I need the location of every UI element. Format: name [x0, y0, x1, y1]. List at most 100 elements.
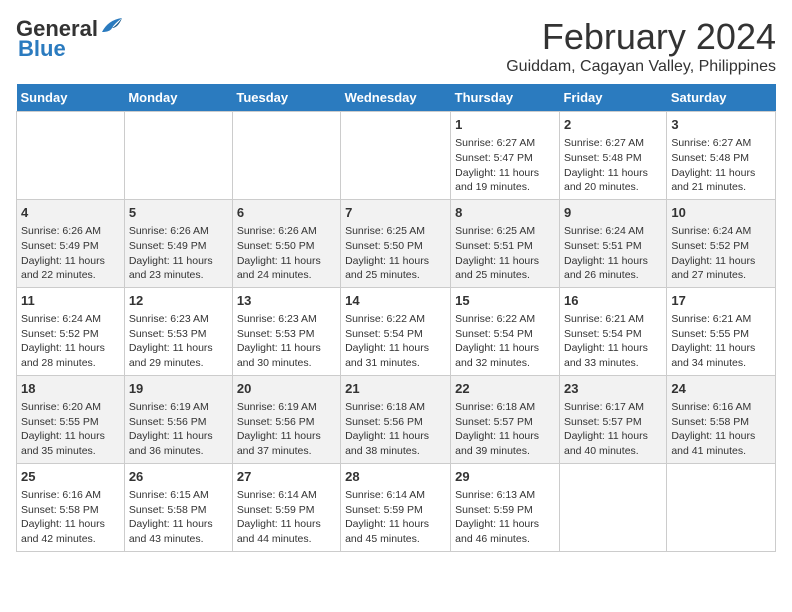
calendar-cell: 11Sunrise: 6:24 AM Sunset: 5:52 PM Dayli…: [17, 287, 125, 375]
calendar-cell: 22 Sunrise: 6:18 AM Sunset: 5:57 PM Dayli…: [451, 375, 560, 463]
calendar-cell: 24 Sunrise: 6:16 AM Sunset: 5:58 PM Dayli…: [667, 375, 776, 463]
calendar-cell: 6 Sunrise: 6:26 AM Sunset: 5:50 PM Daylig…: [232, 199, 340, 287]
calendar-title: February 2024: [506, 16, 776, 58]
day-info: Sunrise: 6:20 AM Sunset: 5:55 PM Dayligh…: [21, 400, 120, 459]
day-info: Sunrise: 6:24 AM Sunset: 5:52 PM Dayligh…: [671, 224, 771, 283]
calendar-cell: [341, 112, 451, 200]
day-number: 22: [455, 380, 555, 398]
calendar-cell: 26 Sunrise: 6:15 AM Sunset: 5:58 PM Dayli…: [124, 463, 232, 551]
calendar-cell: 16 Sunrise: 6:21 AM Sunset: 5:54 PM Dayli…: [559, 287, 666, 375]
day-info: Sunrise: 6:19 AM Sunset: 5:56 PM Dayligh…: [129, 400, 228, 459]
calendar-cell: 25 Sunrise: 6:16 AM Sunset: 5:58 PM Dayli…: [17, 463, 125, 551]
day-info: Sunrise: 6:26 AM Sunset: 5:49 PM Dayligh…: [129, 224, 228, 283]
day-info: Sunrise: 6:16 AM Sunset: 5:58 PM Dayligh…: [671, 400, 771, 459]
calendar-cell: 27 Sunrise: 6:14 AM Sunset: 5:59 PM Dayli…: [232, 463, 340, 551]
day-number: 18: [21, 380, 120, 398]
calendar-week-row: 18 Sunrise: 6:20 AM Sunset: 5:55 PM Dayli…: [17, 375, 776, 463]
day-info: Sunrise: 6:26 AM Sunset: 5:50 PM Dayligh…: [237, 224, 336, 283]
day-info: Sunrise: 6:23 AM Sunset: 5:53 PM Dayligh…: [237, 312, 336, 371]
day-info: Sunrise: 6:16 AM Sunset: 5:58 PM Dayligh…: [21, 488, 120, 547]
calendar-week-row: 1Sunrise: 6:27 AM Sunset: 5:47 PM Daylig…: [17, 112, 776, 200]
calendar-cell: 9 Sunrise: 6:24 AM Sunset: 5:51 PM Daylig…: [559, 199, 666, 287]
day-info: Sunrise: 6:25 AM Sunset: 5:50 PM Dayligh…: [345, 224, 446, 283]
day-number: 10: [671, 204, 771, 222]
col-tuesday: Tuesday: [232, 84, 340, 112]
day-number: 29: [455, 468, 555, 486]
day-info: Sunrise: 6:13 AM Sunset: 5:59 PM Dayligh…: [455, 488, 555, 547]
day-number: 6: [237, 204, 336, 222]
day-number: 27: [237, 468, 336, 486]
calendar-subtitle: Guiddam, Cagayan Valley, Philippines: [506, 58, 776, 76]
calendar-cell: [124, 112, 232, 200]
day-number: 5: [129, 204, 228, 222]
day-number: 4: [21, 204, 120, 222]
day-number: 28: [345, 468, 446, 486]
calendar-week-row: 4 Sunrise: 6:26 AM Sunset: 5:49 PM Daylig…: [17, 199, 776, 287]
day-number: 3: [671, 116, 771, 134]
calendar-cell: 1Sunrise: 6:27 AM Sunset: 5:47 PM Daylig…: [451, 112, 560, 200]
calendar-cell: 4 Sunrise: 6:26 AM Sunset: 5:49 PM Daylig…: [17, 199, 125, 287]
calendar-cell: 28 Sunrise: 6:14 AM Sunset: 5:59 PM Dayli…: [341, 463, 451, 551]
day-number: 24: [671, 380, 771, 398]
calendar-cell: 18 Sunrise: 6:20 AM Sunset: 5:55 PM Dayli…: [17, 375, 125, 463]
day-info: Sunrise: 6:17 AM Sunset: 5:57 PM Dayligh…: [564, 400, 662, 459]
calendar-week-row: 11Sunrise: 6:24 AM Sunset: 5:52 PM Dayli…: [17, 287, 776, 375]
calendar-cell: 19 Sunrise: 6:19 AM Sunset: 5:56 PM Dayli…: [124, 375, 232, 463]
calendar-cell: 7 Sunrise: 6:25 AM Sunset: 5:50 PM Daylig…: [341, 199, 451, 287]
day-info: Sunrise: 6:21 AM Sunset: 5:55 PM Dayligh…: [671, 312, 771, 371]
day-number: 7: [345, 204, 446, 222]
day-info: Sunrise: 6:27 AM Sunset: 5:48 PM Dayligh…: [671, 136, 771, 195]
calendar-cell: 3 Sunrise: 6:27 AM Sunset: 5:48 PM Daylig…: [667, 112, 776, 200]
day-number: 20: [237, 380, 336, 398]
col-saturday: Saturday: [667, 84, 776, 112]
day-number: 9: [564, 204, 662, 222]
day-number: 15: [455, 292, 555, 310]
day-info: Sunrise: 6:18 AM Sunset: 5:57 PM Dayligh…: [455, 400, 555, 459]
day-info: Sunrise: 6:19 AM Sunset: 5:56 PM Dayligh…: [237, 400, 336, 459]
day-number: 21: [345, 380, 446, 398]
col-thursday: Thursday: [451, 84, 560, 112]
calendar-cell: 14 Sunrise: 6:22 AM Sunset: 5:54 PM Dayli…: [341, 287, 451, 375]
calendar-cell: 15 Sunrise: 6:22 AM Sunset: 5:54 PM Dayli…: [451, 287, 560, 375]
col-sunday: Sunday: [17, 84, 125, 112]
day-number: 1: [455, 116, 555, 134]
calendar-cell: 8Sunrise: 6:25 AM Sunset: 5:51 PM Daylig…: [451, 199, 560, 287]
calendar-cell: [232, 112, 340, 200]
calendar-cell: 29 Sunrise: 6:13 AM Sunset: 5:59 PM Dayli…: [451, 463, 560, 551]
calendar-header-row: Sunday Monday Tuesday Wednesday Thursday…: [17, 84, 776, 112]
col-wednesday: Wednesday: [341, 84, 451, 112]
page-header: General Blue February 2024 Guiddam, Caga…: [16, 16, 776, 76]
day-info: Sunrise: 6:24 AM Sunset: 5:51 PM Dayligh…: [564, 224, 662, 283]
day-info: Sunrise: 6:25 AM Sunset: 5:51 PM Dayligh…: [455, 224, 555, 283]
col-monday: Monday: [124, 84, 232, 112]
calendar-cell: 13Sunrise: 6:23 AM Sunset: 5:53 PM Dayli…: [232, 287, 340, 375]
day-info: Sunrise: 6:14 AM Sunset: 5:59 PM Dayligh…: [237, 488, 336, 547]
day-info: Sunrise: 6:24 AM Sunset: 5:52 PM Dayligh…: [21, 312, 120, 371]
calendar-table: Sunday Monday Tuesday Wednesday Thursday…: [16, 84, 776, 552]
day-number: 19: [129, 380, 228, 398]
day-info: Sunrise: 6:22 AM Sunset: 5:54 PM Dayligh…: [455, 312, 555, 371]
calendar-cell: [667, 463, 776, 551]
calendar-cell: [17, 112, 125, 200]
day-info: Sunrise: 6:26 AM Sunset: 5:49 PM Dayligh…: [21, 224, 120, 283]
day-info: Sunrise: 6:23 AM Sunset: 5:53 PM Dayligh…: [129, 312, 228, 371]
calendar-cell: 2 Sunrise: 6:27 AM Sunset: 5:48 PM Daylig…: [559, 112, 666, 200]
day-info: Sunrise: 6:15 AM Sunset: 5:58 PM Dayligh…: [129, 488, 228, 547]
day-info: Sunrise: 6:22 AM Sunset: 5:54 PM Dayligh…: [345, 312, 446, 371]
calendar-cell: 5 Sunrise: 6:26 AM Sunset: 5:49 PM Daylig…: [124, 199, 232, 287]
day-number: 26: [129, 468, 228, 486]
day-number: 23: [564, 380, 662, 398]
day-info: Sunrise: 6:14 AM Sunset: 5:59 PM Dayligh…: [345, 488, 446, 547]
calendar-week-row: 25 Sunrise: 6:16 AM Sunset: 5:58 PM Dayli…: [17, 463, 776, 551]
day-info: Sunrise: 6:27 AM Sunset: 5:48 PM Dayligh…: [564, 136, 662, 195]
day-info: Sunrise: 6:18 AM Sunset: 5:56 PM Dayligh…: [345, 400, 446, 459]
title-section: February 2024 Guiddam, Cagayan Valley, P…: [506, 16, 776, 76]
day-number: 2: [564, 116, 662, 134]
calendar-cell: [559, 463, 666, 551]
day-number: 14: [345, 292, 446, 310]
day-number: 25: [21, 468, 120, 486]
day-info: Sunrise: 6:21 AM Sunset: 5:54 PM Dayligh…: [564, 312, 662, 371]
day-number: 17: [671, 292, 771, 310]
day-number: 12: [129, 292, 228, 310]
day-number: 16: [564, 292, 662, 310]
